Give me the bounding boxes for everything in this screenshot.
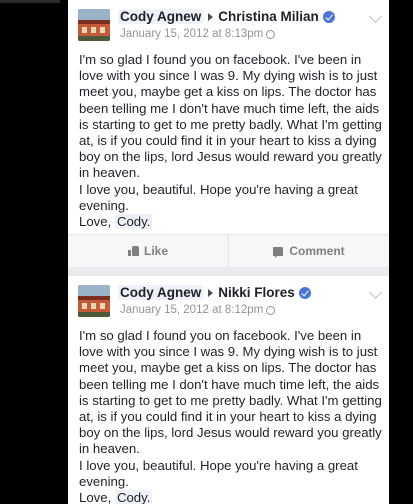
- avatar-window: [91, 303, 96, 309]
- like-label: Like: [143, 244, 168, 258]
- avatar[interactable]: [78, 9, 110, 41]
- author-name-link[interactable]: Cody Agnew: [118, 9, 204, 24]
- post-paragraph: I'm so glad I found you on facebook. I'v…: [79, 328, 382, 457]
- avatar-ground: [78, 312, 110, 317]
- avatar-window: [82, 27, 87, 33]
- avatar-roof: [78, 296, 110, 300]
- arrow-right-icon: [208, 288, 214, 297]
- signature-mention[interactable]: Cody.: [114, 214, 153, 230]
- avatar-ground: [78, 36, 110, 41]
- avatar-window: [91, 27, 96, 33]
- post-header: Cody Agnew Nikki Flores January 15, 2012…: [68, 276, 389, 320]
- avatar-window: [100, 27, 105, 33]
- recipient-name-link[interactable]: Christina Milian: [218, 9, 319, 24]
- news-feed: Cody Agnew Christina Milian January 15, …: [68, 0, 389, 504]
- avatar-window: [82, 303, 87, 309]
- avatar[interactable]: [78, 285, 110, 317]
- verified-badge-icon: [298, 286, 311, 299]
- post-timestamp[interactable]: January 15, 2012 at 8:13pm: [120, 28, 263, 40]
- verified-badge-icon: [322, 10, 335, 23]
- post-body: I'm so glad I found you on facebook. I'v…: [79, 328, 385, 504]
- post-body: I'm so glad I found you on facebook. I'v…: [79, 52, 385, 230]
- post-names: Cody Agnew Christina Milian: [118, 9, 335, 24]
- post-meta: January 15, 2012 at 8:13pm: [120, 28, 276, 40]
- post-paragraph: I'm so glad I found you on facebook. I'v…: [79, 52, 382, 181]
- avatar-roof: [78, 20, 110, 24]
- post-signoff-line: Love, Cody.: [79, 490, 385, 504]
- post-timestamp[interactable]: January 15, 2012 at 8:12pm: [120, 304, 263, 316]
- screenshot-frame: Cody Agnew Christina Milian January 15, …: [0, 0, 413, 504]
- recipient-name-link[interactable]: Nikki Flores: [218, 285, 295, 300]
- chevron-down-icon[interactable]: [369, 10, 382, 23]
- comment-label: Comment: [289, 244, 345, 258]
- post-signoff-line: Love, Cody.: [79, 214, 385, 230]
- thumbs-up-icon: [127, 246, 139, 256]
- post-actions: Like Comment: [68, 234, 389, 267]
- post-paragraph: I love you, beautiful. Hope you're havin…: [79, 457, 358, 489]
- post-names: Cody Agnew Nikki Flores: [118, 285, 311, 300]
- wall-post: Cody Agnew Nikki Flores January 15, 2012…: [68, 276, 389, 504]
- like-button[interactable]: Like: [68, 235, 228, 267]
- chevron-down-icon[interactable]: [369, 286, 382, 299]
- post-signoff: Love,: [79, 214, 112, 230]
- post-signoff: Love,: [79, 490, 112, 504]
- author-name-link[interactable]: Cody Agnew: [118, 285, 204, 300]
- post-meta: January 15, 2012 at 8:12pm: [120, 304, 276, 316]
- post-header: Cody Agnew Christina Milian January 15, …: [68, 0, 389, 44]
- avatar-window: [100, 303, 105, 309]
- signature-mention[interactable]: Cody.: [114, 490, 153, 504]
- globe-icon: [266, 29, 276, 39]
- comment-icon: [273, 246, 284, 258]
- arrow-right-icon: [208, 12, 214, 21]
- wall-post: Cody Agnew Christina Milian January 15, …: [68, 0, 389, 267]
- post-paragraph: I love you, beautiful. Hope you're havin…: [79, 181, 358, 213]
- comment-button[interactable]: Comment: [228, 235, 389, 267]
- top-bar: [0, 0, 60, 3]
- globe-icon: [266, 305, 276, 315]
